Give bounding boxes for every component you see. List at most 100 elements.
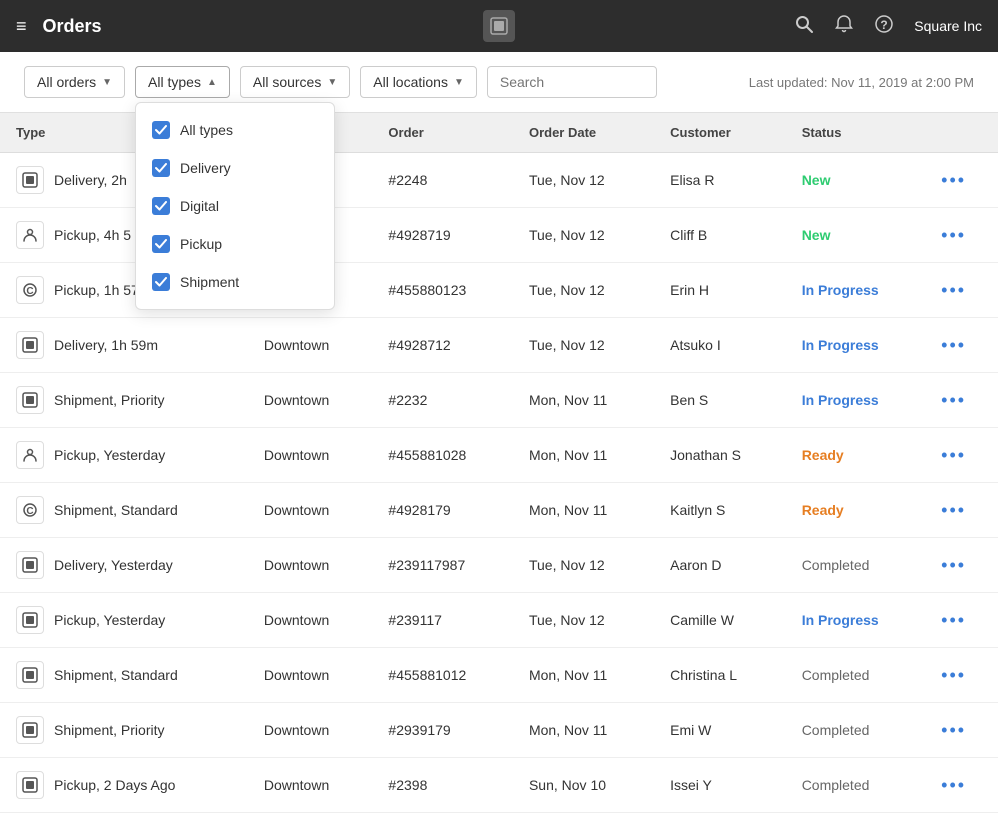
chevron-down-icon: ▼ <box>454 77 464 88</box>
status-badge: In Progress <box>802 612 879 628</box>
all-types-dropdown-container: All types ▲ All types Delivery Digital P… <box>135 66 230 98</box>
checkbox-checked-icon <box>152 121 170 139</box>
search-input[interactable] <box>487 66 657 98</box>
status-cell: In Progress <box>786 318 925 373</box>
order-date-cell: Mon, Nov 11 <box>513 483 654 538</box>
type-cell: Pickup, 2 Days Ago <box>0 758 248 813</box>
order-date-cell: Sun, Nov 10 <box>513 758 654 813</box>
notifications-icon[interactable] <box>834 14 854 39</box>
type-label: Pickup, 2 Days Ago <box>54 777 175 793</box>
actions-cell[interactable]: ••• <box>925 318 998 373</box>
table-row: Shipment, Priority Downtown #2939179 Mon… <box>0 703 998 758</box>
customer-cell: Christina L <box>654 648 786 703</box>
all-types-filter[interactable]: All types ▲ <box>135 66 230 98</box>
type-icon <box>16 661 44 689</box>
dropdown-item[interactable]: Shipment <box>136 263 334 301</box>
order-date-cell: Tue, Nov 12 <box>513 263 654 318</box>
order-cell: #455881028 <box>372 428 513 483</box>
actions-cell[interactable]: ••• <box>925 703 998 758</box>
order-cell: #239117 <box>372 593 513 648</box>
actions-cell[interactable]: ••• <box>925 648 998 703</box>
svg-text:C: C <box>26 506 33 517</box>
status-cell: In Progress <box>786 263 925 318</box>
page-title: Orders <box>43 16 102 37</box>
status-badge: Ready <box>802 447 844 463</box>
actions-cell[interactable]: ••• <box>925 208 998 263</box>
location-cell: Downtown <box>248 538 373 593</box>
actions-cell[interactable]: ••• <box>925 153 998 208</box>
chevron-down-icon: ▼ <box>327 77 337 88</box>
all-orders-filter[interactable]: All orders ▼ <box>24 66 125 98</box>
actions-cell[interactable]: ••• <box>925 263 998 318</box>
all-locations-filter[interactable]: All locations ▼ <box>360 66 477 98</box>
status-badge: In Progress <box>802 392 879 408</box>
actions-cell[interactable]: ••• <box>925 758 998 813</box>
more-options-button[interactable]: ••• <box>941 775 966 795</box>
type-icon <box>16 716 44 744</box>
actions-cell[interactable]: ••• <box>925 373 998 428</box>
status-cell: Completed <box>786 538 925 593</box>
dropdown-item[interactable]: Pickup <box>136 225 334 263</box>
type-label: Delivery, 1h 59m <box>54 337 158 353</box>
more-options-button[interactable]: ••• <box>941 720 966 740</box>
svg-text:?: ? <box>881 18 888 32</box>
more-options-button[interactable]: ••• <box>941 335 966 355</box>
more-options-button[interactable]: ••• <box>941 280 966 300</box>
all-sources-filter[interactable]: All sources ▼ <box>240 66 350 98</box>
status-badge: Completed <box>802 557 870 573</box>
more-options-button[interactable]: ••• <box>941 445 966 465</box>
actions-cell[interactable]: ••• <box>925 538 998 593</box>
actions-cell[interactable]: ••• <box>925 428 998 483</box>
status-cell: Ready <box>786 428 925 483</box>
customer-cell: Ben S <box>654 373 786 428</box>
type-icon <box>16 771 44 799</box>
dropdown-item[interactable]: All types <box>136 111 334 149</box>
hamburger-menu[interactable]: ≡ <box>16 16 27 37</box>
order-cell: #2398 <box>372 758 513 813</box>
location-cell: Downtown <box>248 428 373 483</box>
col-customer: Customer <box>654 113 786 153</box>
actions-cell[interactable]: ••• <box>925 483 998 538</box>
checkbox-checked-icon <box>152 273 170 291</box>
order-date-cell: Mon, Nov 11 <box>513 703 654 758</box>
checkbox-checked-icon <box>152 235 170 253</box>
order-date-cell: Tue, Nov 12 <box>513 593 654 648</box>
order-date-cell: Mon, Nov 11 <box>513 648 654 703</box>
dropdown-item[interactable]: Digital <box>136 187 334 225</box>
more-options-button[interactable]: ••• <box>941 170 966 190</box>
location-cell: Downtown <box>248 648 373 703</box>
customer-cell: Issei Y <box>654 758 786 813</box>
more-options-button[interactable]: ••• <box>941 500 966 520</box>
order-date-cell: Tue, Nov 12 <box>513 153 654 208</box>
more-options-button[interactable]: ••• <box>941 610 966 630</box>
svg-text:C: C <box>26 286 33 297</box>
location-cell: Downtown <box>248 318 373 373</box>
type-cell: Pickup, Yesterday <box>0 428 248 483</box>
more-options-button[interactable]: ••• <box>941 665 966 685</box>
type-icon <box>16 551 44 579</box>
table-row: Delivery, 1h 59m Downtown #4928712 Tue, … <box>0 318 998 373</box>
checkbox-checked-icon <box>152 159 170 177</box>
status-badge: Completed <box>802 777 870 793</box>
dropdown-item-label: Digital <box>180 198 219 214</box>
actions-cell[interactable]: ••• <box>925 593 998 648</box>
type-label: Shipment, Priority <box>54 722 164 738</box>
help-icon[interactable]: ? <box>874 14 894 39</box>
more-options-button[interactable]: ••• <box>941 390 966 410</box>
more-options-button[interactable]: ••• <box>941 225 966 245</box>
customer-cell: Elisa R <box>654 153 786 208</box>
type-icon: C <box>16 496 44 524</box>
status-badge: New <box>802 172 831 188</box>
more-options-button[interactable]: ••• <box>941 555 966 575</box>
customer-cell: Atsuko I <box>654 318 786 373</box>
search-icon[interactable] <box>794 14 814 39</box>
table-row: Shipment, Priority Downtown #2232 Mon, N… <box>0 373 998 428</box>
checkbox-checked-icon <box>152 197 170 215</box>
table-row: Pickup, Yesterday Downtown #455881028 Mo… <box>0 428 998 483</box>
type-icon: C <box>16 276 44 304</box>
type-cell: Shipment, Priority <box>0 703 248 758</box>
dropdown-item[interactable]: Delivery <box>136 149 334 187</box>
status-cell: Ready <box>786 483 925 538</box>
table-row: C Shipment, Standard Downtown #4928179 M… <box>0 483 998 538</box>
status-cell: Completed <box>786 703 925 758</box>
